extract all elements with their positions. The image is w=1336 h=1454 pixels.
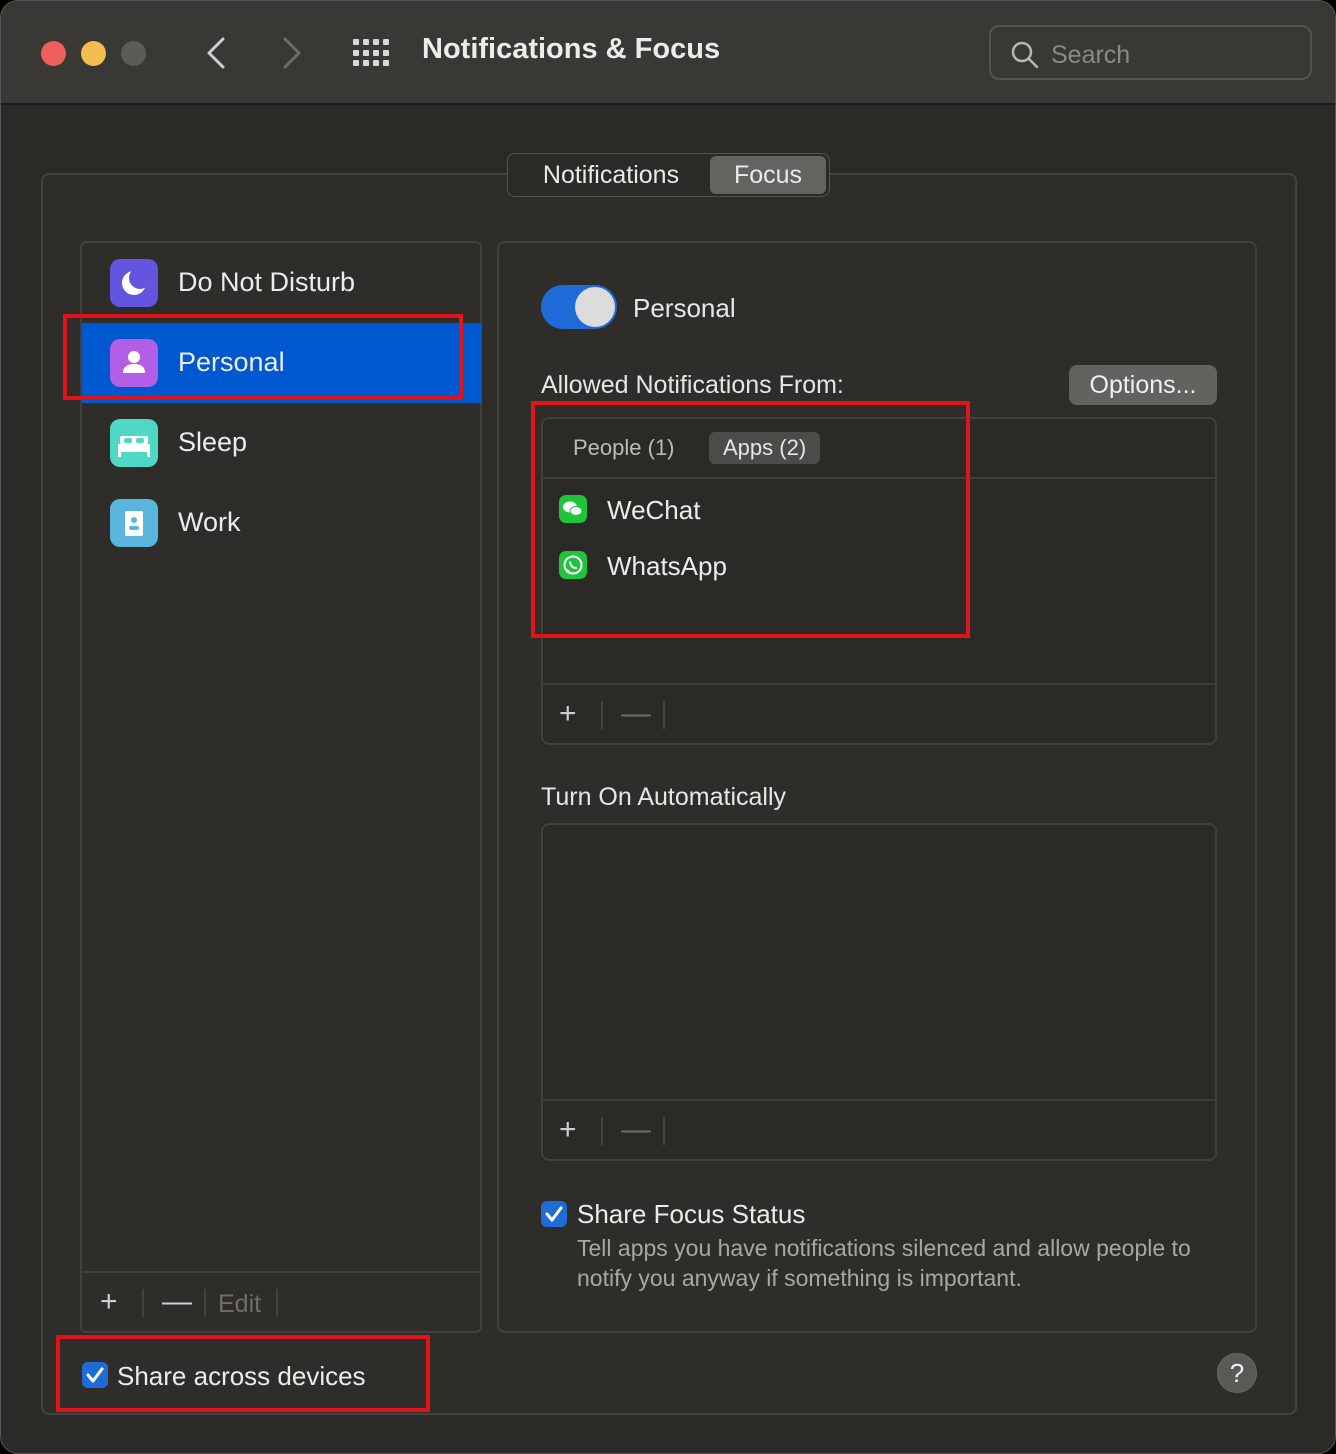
show-all-grid-icon[interactable] [353,39,391,67]
back-button[interactable] [201,33,231,73]
search-icon [1011,41,1039,69]
focus-item-personal[interactable]: Personal [82,323,482,403]
share-focus-status-description: Tell apps you have notifications silence… [577,1235,1191,1291]
options-button[interactable]: Options... [1069,365,1217,405]
toggle-knob [575,287,615,327]
app-label: WeChat [607,495,701,525]
person-icon [110,339,158,387]
chevron-right-icon [283,37,301,69]
allowed-subtabs: People (1) Apps (2) [543,419,1215,479]
subtab-people[interactable]: People (1) [559,432,689,464]
zoom-window-button[interactable] [121,41,146,66]
focus-item-label: Do Not Disturb [178,267,356,297]
focus-list: Do Not Disturb Personal Sleep Work + — E [80,241,482,1333]
focus-list-toolbar: + — Edit [82,1271,482,1331]
personal-focus-toggle[interactable] [541,285,617,329]
add-automation-button[interactable]: + [559,1115,577,1145]
allowed-notifications-heading: Allowed Notifications From: [541,371,844,399]
add-focus-button[interactable]: + [100,1287,118,1317]
focus-item-work[interactable]: Work [82,483,482,563]
focus-item-label: Personal [178,347,285,377]
remove-app-button[interactable]: — [621,699,651,729]
whatsapp-icon [559,551,587,579]
automation-toolbar: + — [543,1099,1215,1159]
add-app-button[interactable]: + [559,699,577,729]
tab-notifications[interactable]: Notifications [512,156,710,194]
tab-focus[interactable]: Focus [710,156,826,194]
title-bar: Notifications & Focus Search [1,1,1335,105]
focus-item-sleep[interactable]: Sleep [82,403,482,483]
forward-button[interactable] [277,33,307,73]
help-button[interactable]: ? [1217,1353,1257,1393]
moon-icon [110,259,158,307]
edit-focus-button[interactable]: Edit [218,1289,261,1319]
search-field[interactable]: Search [989,25,1312,80]
checkmark-icon [86,1367,104,1383]
focus-item-label: Work [178,507,241,537]
focus-item-label: Sleep [178,427,248,457]
share-across-devices-checkbox[interactable] [82,1362,108,1388]
subtab-apps[interactable]: Apps (2) [709,432,821,464]
app-label: WhatsApp [607,551,727,581]
id-badge-icon [110,499,158,547]
minimize-window-button[interactable] [81,41,106,66]
allowed-toolbar: + — [543,683,1215,743]
chevron-left-icon [207,37,225,69]
focus-detail-panel: Personal Allowed Notifications From: Opt… [497,241,1257,1333]
share-focus-status-label: Share Focus Status [577,1199,806,1229]
share-focus-status-checkbox[interactable] [541,1201,567,1227]
automation-list: + — [541,823,1217,1161]
close-window-button[interactable] [41,41,66,66]
remove-automation-button[interactable]: — [621,1115,651,1145]
bed-icon [110,419,158,467]
window-title: Notifications & Focus [422,33,721,65]
wechat-icon [559,495,587,523]
focus-item-do-not-disturb[interactable]: Do Not Disturb [82,243,482,323]
remove-focus-button[interactable]: — [162,1287,192,1317]
toggle-label: Personal [633,293,736,323]
tab-bar: Notifications Focus [507,153,830,197]
checkmark-icon [545,1206,563,1222]
search-placeholder: Search [1051,41,1131,69]
turn-on-automatically-heading: Turn On Automatically [541,783,787,811]
share-across-devices-label: Share across devices [117,1361,366,1391]
allowed-notifications-box: People (1) Apps (2) WeChat WhatsApp + — [541,417,1217,745]
preferences-window: Notifications & Focus Search Notificatio… [0,0,1336,1454]
